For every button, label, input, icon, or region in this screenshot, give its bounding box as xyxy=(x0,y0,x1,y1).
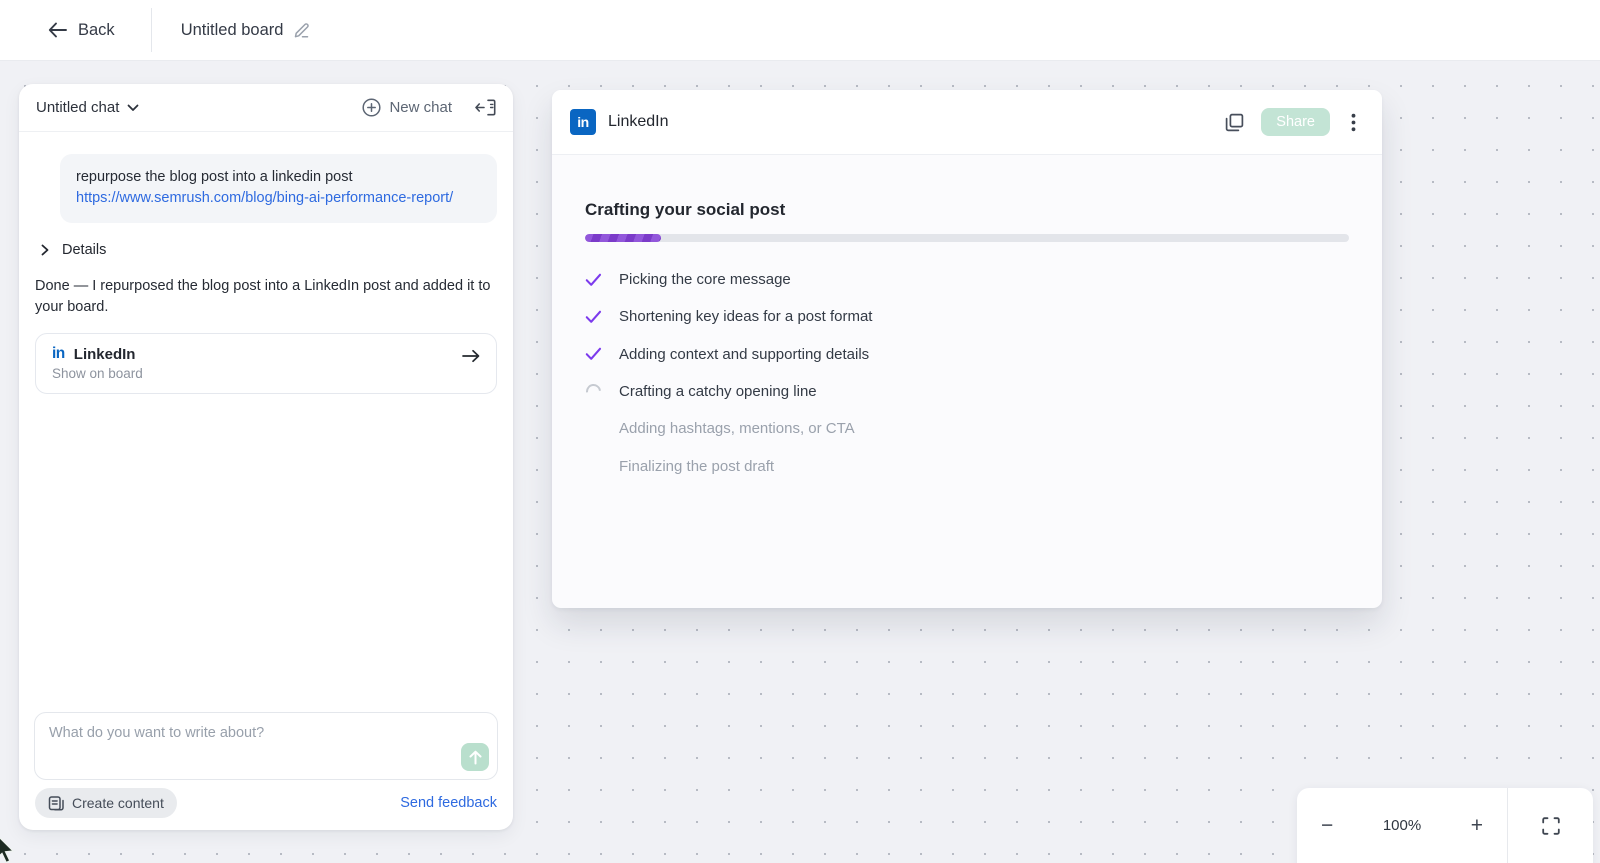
check-icon xyxy=(585,310,602,324)
zoom-controls: − 100% + xyxy=(1297,788,1593,863)
step-label: Adding context and supporting details xyxy=(619,346,869,363)
zoom-in-button[interactable]: + xyxy=(1471,815,1483,836)
progress-step: Adding context and supporting details xyxy=(585,336,1349,373)
chat-title-dropdown[interactable]: Untitled chat xyxy=(36,99,139,116)
user-message-bubble: repurpose the blog post into a linkedin … xyxy=(60,154,497,223)
chat-input[interactable] xyxy=(35,713,497,779)
back-label: Back xyxy=(78,21,115,40)
chat-header: Untitled chat New chat xyxy=(19,84,513,132)
progress-step: Picking the core message xyxy=(585,261,1349,298)
linkedin-badge-icon: in xyxy=(570,109,596,135)
spinner-icon xyxy=(585,384,602,399)
mouse-cursor xyxy=(0,835,19,863)
progress-step: Crafting a catchy opening line xyxy=(585,373,1349,410)
send-feedback-link[interactable]: Send feedback xyxy=(400,795,497,811)
check-icon xyxy=(585,273,602,287)
document-lines-icon xyxy=(48,795,65,812)
duplicate-icon[interactable] xyxy=(1225,113,1244,132)
assistant-message: Done — I repurposed the blog post into a… xyxy=(35,276,497,318)
step-label: Adding hashtags, mentions, or CTA xyxy=(619,420,855,437)
step-label: Crafting a catchy opening line xyxy=(619,383,817,400)
back-button[interactable]: Back xyxy=(48,21,115,40)
chat-title: Untitled chat xyxy=(36,99,119,116)
chat-messages: repurpose the blog post into a linkedin … xyxy=(19,132,513,712)
artifact-title: LinkedIn xyxy=(74,346,136,363)
send-button[interactable] xyxy=(461,743,489,771)
step-label: Shortening key ideas for a post format xyxy=(619,308,872,325)
linkedin-artifact-card[interactable]: in LinkedIn Show on board xyxy=(35,333,497,394)
step-label: Finalizing the post draft xyxy=(619,458,774,475)
arrow-right-icon xyxy=(462,349,480,363)
user-message-text: repurpose the blog post into a linkedin … xyxy=(76,167,481,188)
board-title-group: Untitled board xyxy=(181,21,312,40)
details-label: Details xyxy=(62,242,106,258)
zoom-level: 100% xyxy=(1383,817,1421,834)
progress-step: Finalizing the post draft xyxy=(585,447,1349,484)
progress-heading: Crafting your social post xyxy=(585,200,1349,220)
fullscreen-button[interactable] xyxy=(1508,788,1593,863)
top-bar: Back Untitled board xyxy=(0,0,1600,61)
linkedin-board-card[interactable]: in LinkedIn Share Crafting your social p… xyxy=(552,90,1382,608)
card-body: Crafting your social post Picking the co… xyxy=(552,155,1382,485)
chat-panel: Untitled chat New chat repurpose xyxy=(19,84,513,830)
create-content-label: Create content xyxy=(72,795,164,811)
edit-pencil-icon[interactable] xyxy=(293,21,311,39)
card-title: LinkedIn xyxy=(608,113,669,131)
share-button[interactable]: Share xyxy=(1261,108,1330,136)
plus-circle-icon xyxy=(362,98,381,117)
new-chat-button[interactable]: New chat xyxy=(362,98,452,117)
chevron-down-icon xyxy=(127,104,139,112)
arrow-up-icon xyxy=(469,750,482,765)
linkedin-logo-icon: in xyxy=(52,345,65,363)
user-message-link[interactable]: https://www.semrush.com/blog/bing-ai-per… xyxy=(76,190,453,206)
board-canvas[interactable]: Untitled chat New chat repurpose xyxy=(0,61,1600,863)
progress-bar xyxy=(585,234,1349,242)
progress-step: Shortening key ideas for a post format xyxy=(585,298,1349,335)
chat-composer xyxy=(34,712,498,780)
card-header: in LinkedIn Share xyxy=(552,90,1382,155)
back-arrow-icon xyxy=(48,22,67,38)
artifact-subtitle: Show on board xyxy=(52,366,480,381)
chat-footer: Create content Send feedback xyxy=(19,780,513,830)
new-chat-label: New chat xyxy=(389,99,452,116)
progress-fill xyxy=(585,234,661,242)
board-title: Untitled board xyxy=(181,21,284,40)
zoom-out-button[interactable]: − xyxy=(1321,815,1333,836)
create-content-button[interactable]: Create content xyxy=(35,788,177,818)
collapse-panel-icon[interactable] xyxy=(475,99,496,116)
progress-step: Adding hashtags, mentions, or CTA xyxy=(585,410,1349,447)
step-label: Picking the core message xyxy=(619,271,791,288)
details-toggle[interactable]: Details xyxy=(41,242,497,258)
check-icon xyxy=(585,347,602,361)
kebab-menu-icon[interactable] xyxy=(1351,113,1356,132)
fullscreen-icon xyxy=(1542,817,1560,835)
chevron-right-icon xyxy=(41,244,49,256)
topbar-divider xyxy=(151,8,152,52)
progress-steps: Picking the core message Shortening key i… xyxy=(585,261,1349,485)
